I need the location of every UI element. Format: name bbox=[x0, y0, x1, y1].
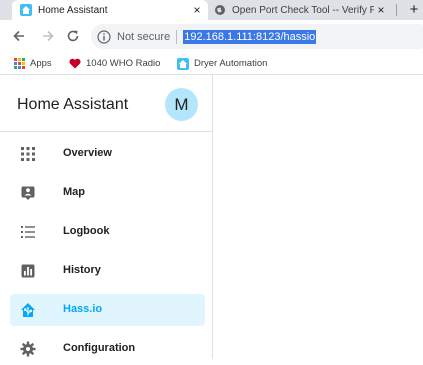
browser-toolbar: Not secure 192.168.1.111:8123/hassio bbox=[0, 20, 423, 53]
main-content-area bbox=[213, 75, 423, 359]
gear-icon bbox=[20, 341, 36, 357]
omnibox-divider bbox=[176, 29, 178, 44]
back-button[interactable] bbox=[8, 25, 30, 47]
hassio-icon bbox=[21, 303, 35, 317]
bookmark-label: 1040 WHO Radio bbox=[86, 58, 161, 69]
forward-button[interactable] bbox=[37, 25, 59, 47]
sidebar-header: Home Assistant M bbox=[0, 75, 212, 132]
home-assistant-favicon-icon bbox=[20, 4, 32, 16]
bookmark-apps[interactable]: Apps bbox=[14, 56, 52, 71]
map-person-icon bbox=[21, 186, 35, 200]
sidebar-item-hassio[interactable]: Hass.io bbox=[10, 294, 205, 326]
apps-grid-icon bbox=[14, 58, 25, 69]
tab-close-icon[interactable]: × bbox=[190, 3, 204, 17]
sidebar-item-label: Overview bbox=[63, 147, 112, 159]
bookmark-who-radio[interactable]: 1040 WHO Radio bbox=[69, 56, 160, 71]
bookmark-label: Apps bbox=[30, 58, 52, 69]
sidebar-item-label: Logbook bbox=[63, 225, 110, 237]
tab-home-assistant[interactable]: Home Assistant × bbox=[12, 0, 208, 20]
list-icon bbox=[21, 226, 35, 238]
avatar[interactable]: M bbox=[165, 88, 198, 121]
chart-bar-icon bbox=[21, 264, 35, 278]
sidebar-item-overview[interactable]: Overview bbox=[10, 138, 205, 170]
new-tab-button[interactable]: + bbox=[405, 0, 423, 20]
sidebar-item-logbook[interactable]: Logbook bbox=[10, 216, 205, 248]
security-status[interactable]: Not secure bbox=[117, 31, 170, 43]
tab-title: Home Assistant bbox=[38, 4, 108, 16]
sidebar-item-label: History bbox=[63, 264, 101, 276]
sidebar-item-label: Map bbox=[63, 186, 85, 198]
reload-icon bbox=[67, 30, 79, 42]
tab-title: Open Port Check Tool -- Verify P bbox=[232, 4, 374, 16]
sidebar-item-configuration[interactable]: Configuration bbox=[10, 333, 205, 365]
grid-icon bbox=[21, 147, 35, 161]
iheart-icon bbox=[69, 58, 81, 69]
bookmark-dryer-automation[interactable]: Dryer Automation bbox=[177, 56, 267, 71]
tab-close-icon[interactable]: × bbox=[374, 3, 388, 17]
ha-sidebar: Home Assistant M Overview Map Logbook Hi… bbox=[0, 75, 213, 359]
sidebar-item-map[interactable]: Map bbox=[10, 177, 205, 209]
info-icon[interactable] bbox=[97, 29, 111, 44]
tab-separator bbox=[396, 4, 397, 16]
tab-open-port-check[interactable]: Open Port Check Tool -- Verify P × bbox=[210, 0, 392, 20]
reload-button[interactable] bbox=[62, 25, 84, 47]
arrow-left-icon bbox=[13, 30, 24, 42]
bookmarks-bar: Apps 1040 WHO Radio Dryer Automation bbox=[0, 53, 423, 75]
browser-tab-strip: Home Assistant × Open Port Check Tool --… bbox=[0, 0, 423, 20]
bookmark-label: Dryer Automation bbox=[194, 58, 268, 69]
sidebar-item-history[interactable]: History bbox=[10, 255, 205, 287]
home-assistant-icon bbox=[177, 57, 189, 70]
sidebar-item-label: Configuration bbox=[63, 342, 136, 354]
app-title: Home Assistant bbox=[17, 96, 129, 113]
url-text[interactable]: 192.168.1.111:8123/hassio bbox=[183, 29, 317, 44]
arrow-right-icon bbox=[43, 30, 54, 42]
sidebar-item-label: Hass.io bbox=[63, 303, 103, 315]
globe-favicon-icon bbox=[215, 5, 225, 15]
address-bar[interactable]: Not secure 192.168.1.111:8123/hassio bbox=[91, 24, 423, 49]
